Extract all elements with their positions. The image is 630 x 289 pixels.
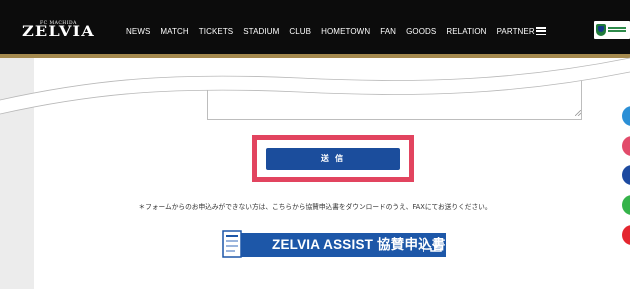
nav-item-fan[interactable]: FAN	[380, 27, 396, 37]
assist-download-banner[interactable]: ZELVIA ASSIST 協賛申込書	[222, 229, 446, 259]
sponsor-badge[interactable]	[594, 21, 630, 39]
nav-item-partner[interactable]: PARTNER	[497, 27, 535, 37]
zelvia-logo[interactable]: FC MACHIDA ZELVIA	[22, 18, 100, 44]
logo-title: ZELVIA	[22, 24, 95, 40]
nav-item-club[interactable]: CLUB	[289, 27, 311, 37]
menu-icon[interactable]	[536, 27, 546, 36]
nav-item-tickets[interactable]: TICKETS	[199, 27, 233, 37]
nav-item-goods[interactable]: GOODS	[406, 27, 436, 37]
nav-item-news[interactable]: NEWS	[126, 27, 150, 37]
document-icon	[222, 230, 242, 258]
resize-grip-icon[interactable]	[575, 110, 581, 116]
download-icon	[430, 239, 442, 252]
site-header: FC MACHIDA ZELVIA NEWS MATCH TICKETS STA…	[0, 0, 630, 56]
nav-item-match[interactable]: MATCH	[160, 27, 188, 37]
nav-item-hometown[interactable]: HOMETOWN	[321, 27, 370, 37]
message-textarea[interactable]	[207, 80, 582, 120]
nav-item-relation[interactable]: RELATION	[446, 27, 486, 37]
shield-icon	[596, 24, 606, 36]
submit-button[interactable]: 送 信	[266, 148, 400, 170]
assist-label: ZELVIA ASSIST 協賛申込書	[272, 237, 446, 252]
nav-item-stadium[interactable]: STADIUM	[243, 27, 279, 37]
fax-note: ＊フォームからのお申込みができない方は、こちらから協賛申込書をダウンロードのうえ…	[138, 203, 492, 211]
main-nav: NEWS MATCH TICKETS STADIUM CLUB HOMETOWN…	[126, 27, 545, 37]
